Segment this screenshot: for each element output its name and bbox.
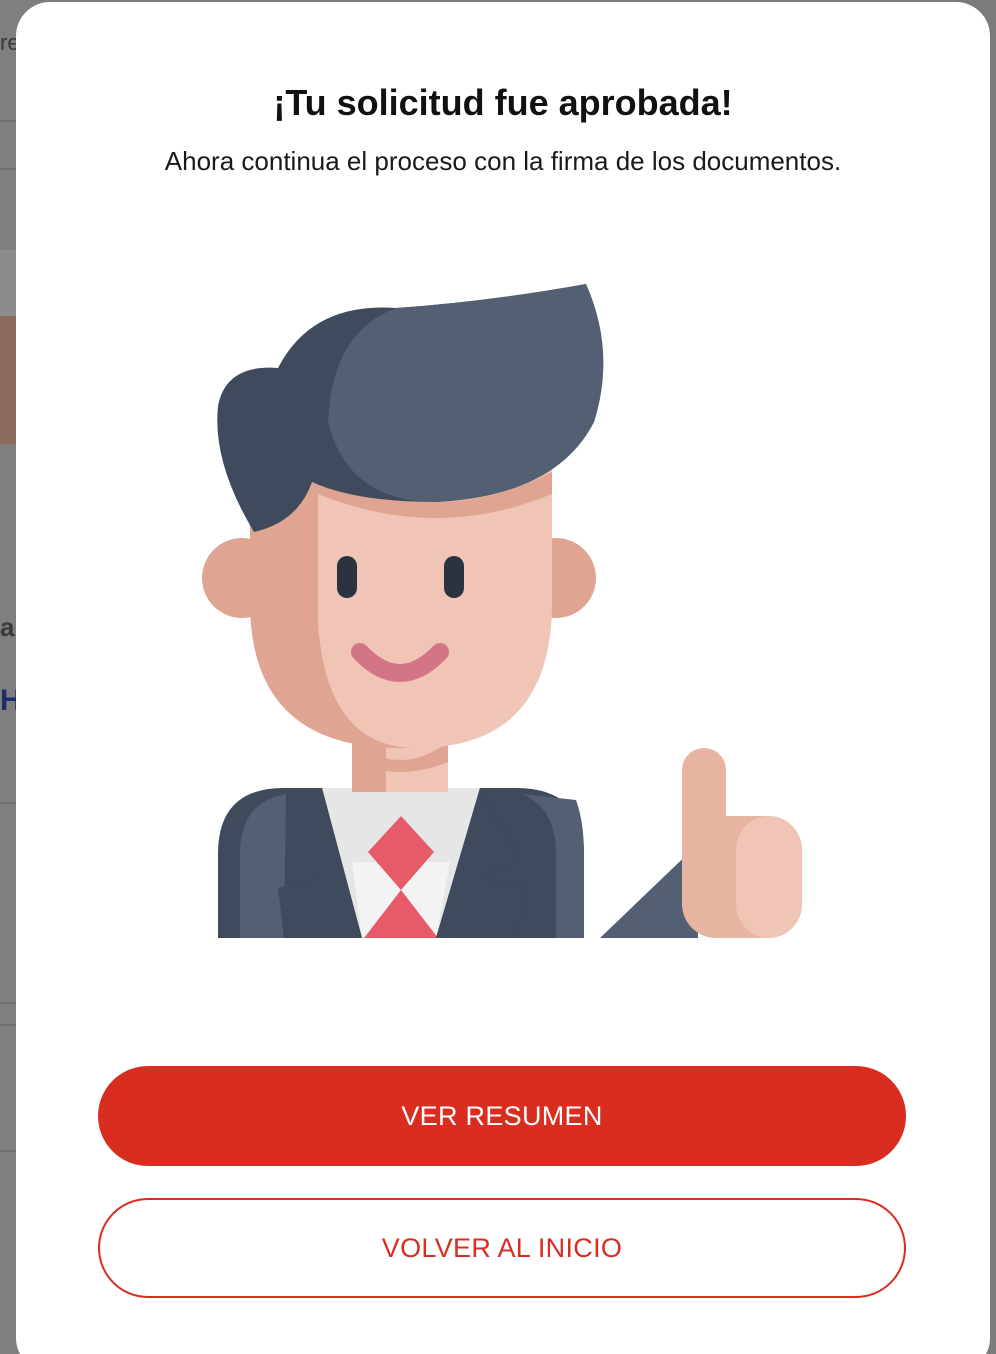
businessman-thumbs-up-icon (202, 284, 802, 938)
view-summary-button[interactable]: VER RESUMEN (98, 1066, 906, 1166)
back-to-home-button[interactable]: VOLVER AL INICIO (98, 1198, 906, 1298)
modal-title: ¡Tu solicitud fue aprobada! (273, 82, 733, 123)
background-text-fragment: a (0, 612, 15, 642)
modal-subtitle: Ahora continua el proceso con la firma d… (164, 146, 842, 176)
approval-modal: ¡Tu solicitud fue aprobada! Ahora contin… (16, 2, 990, 1354)
